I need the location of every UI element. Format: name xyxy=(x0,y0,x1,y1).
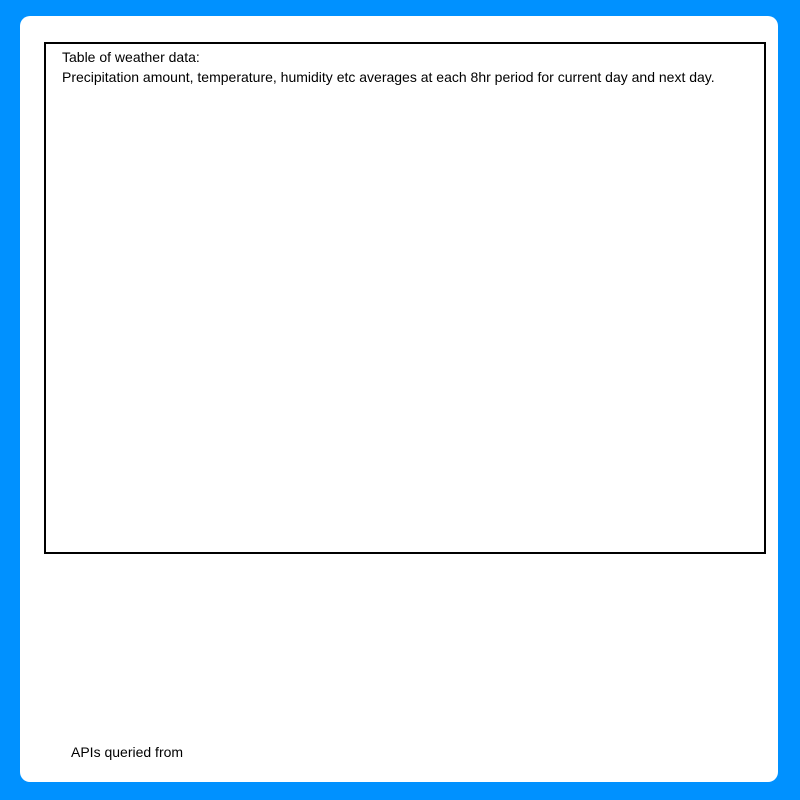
weather-table-title: Table of weather data: xyxy=(62,49,200,65)
weather-table-description: Precipitation amount, temperature, humid… xyxy=(62,69,715,85)
weather-data-table-placeholder: Table of weather data: Precipitation amo… xyxy=(44,42,766,554)
apis-queried-label: APIs queried from xyxy=(71,744,184,760)
main-panel: Table of weather data: Precipitation amo… xyxy=(20,16,778,782)
